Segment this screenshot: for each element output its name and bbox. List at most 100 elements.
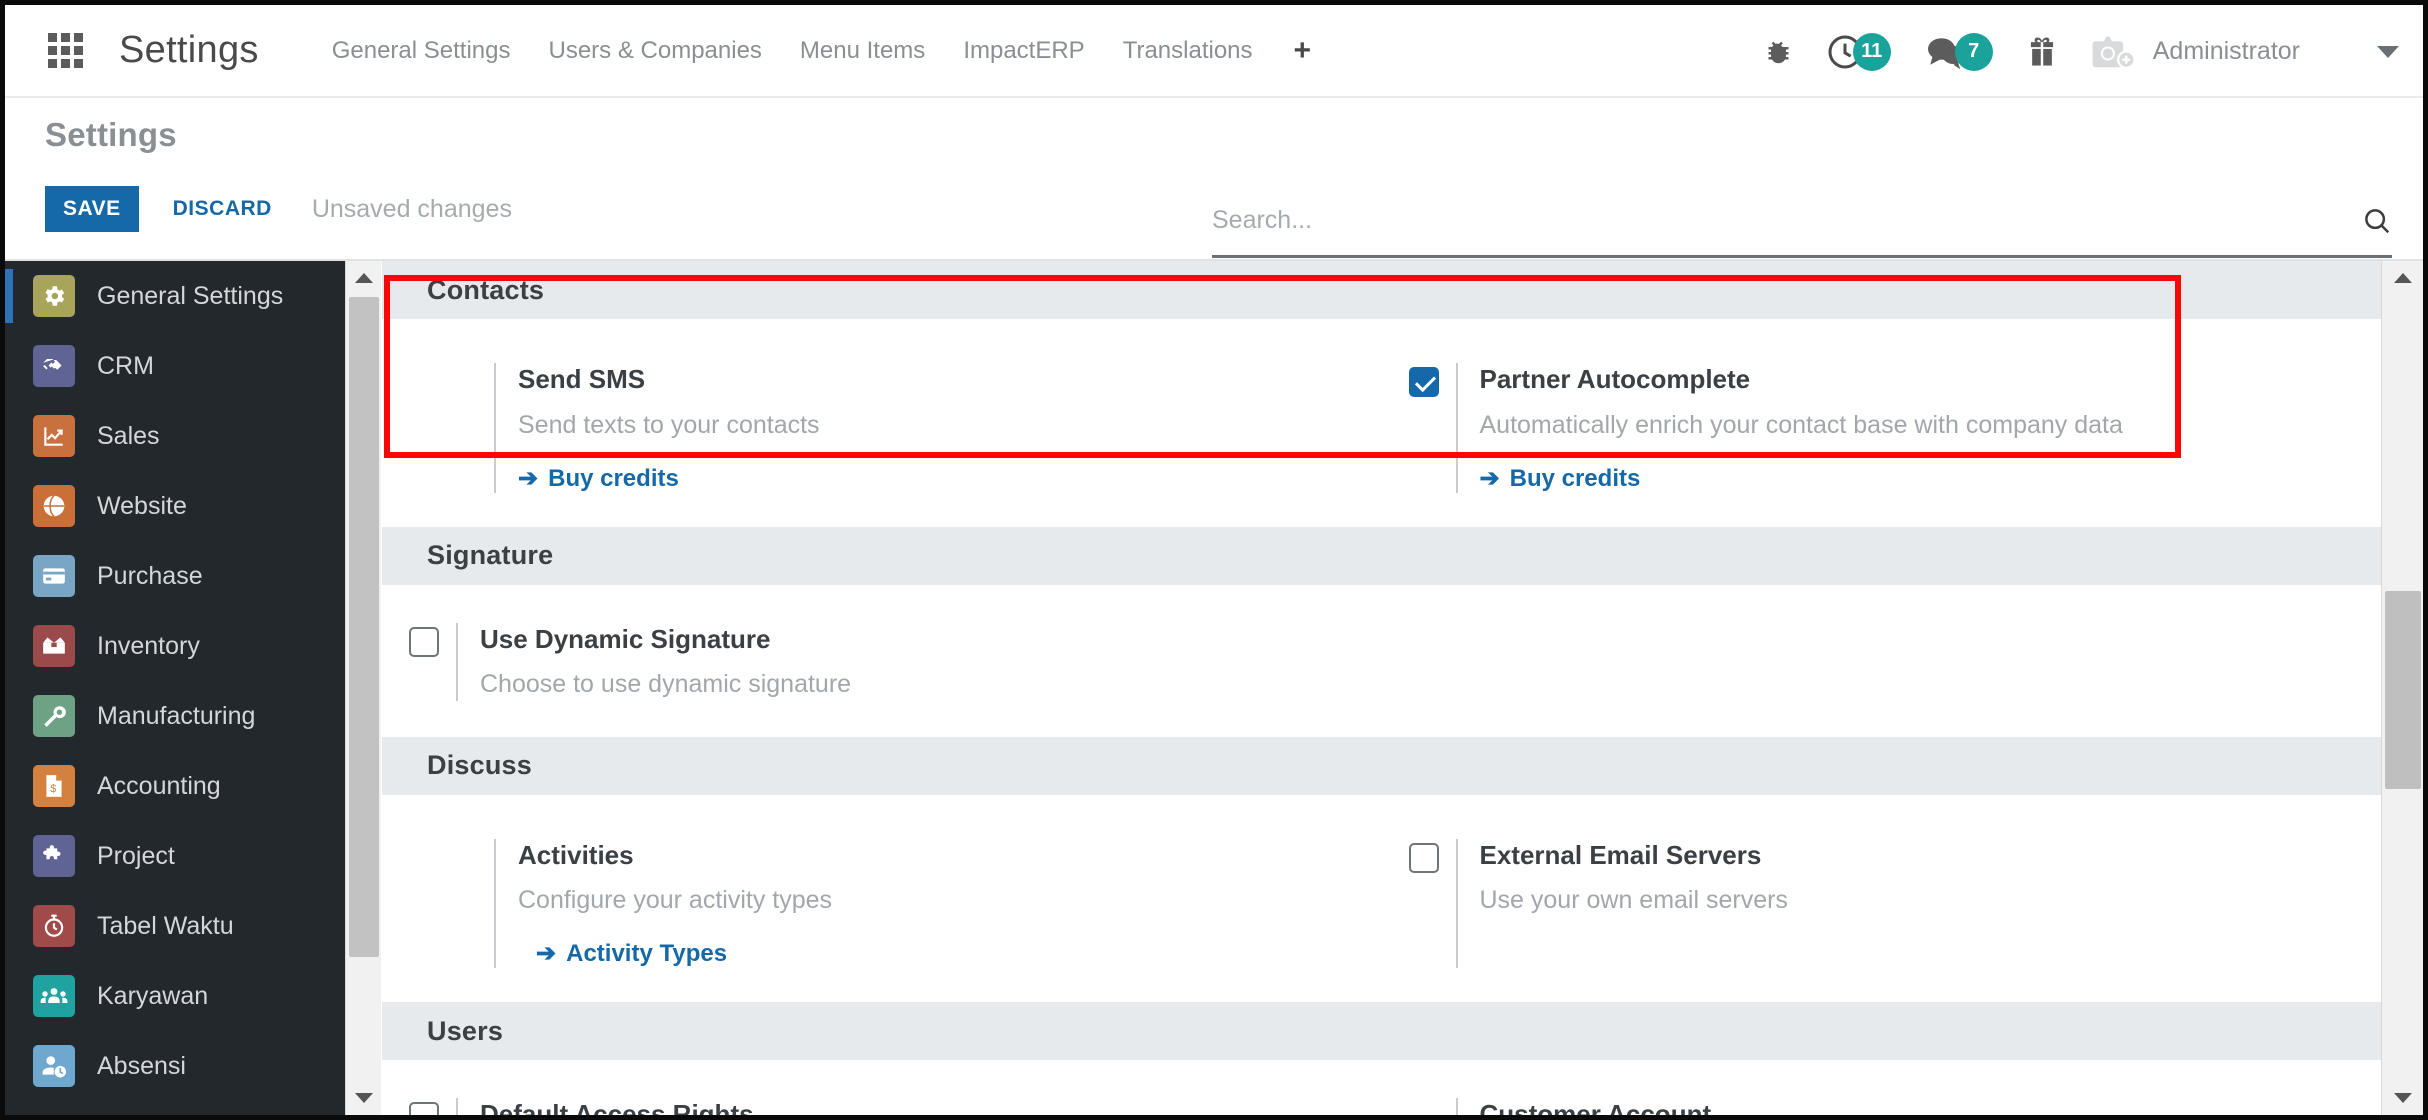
scroll-up-arrow-icon[interactable] xyxy=(2382,261,2423,295)
content-scrollbar[interactable] xyxy=(2381,261,2423,1115)
external-email-servers-checkbox[interactable] xyxy=(1408,842,1439,873)
arrow-right-icon: ➔ xyxy=(518,464,539,492)
section-header-signature: Signature xyxy=(382,526,2381,585)
scroll-down-arrow-icon[interactable] xyxy=(2382,1081,2423,1115)
sidebar-scrollbar[interactable] xyxy=(345,261,381,1115)
section-body-contacts: Send SMS Send texts to your contacts ➔ B… xyxy=(382,319,2381,527)
app-window: Settings General Settings Users & Compan… xyxy=(0,0,2428,1120)
sidebar-item-purchase[interactable]: Purchase xyxy=(5,541,345,611)
messages-count-badge: 7 xyxy=(1954,32,1993,71)
sidebar-item-label: Project xyxy=(97,841,175,870)
external-email-checkbox-cell xyxy=(1392,839,1456,969)
add-menu-button[interactable]: + xyxy=(1272,34,1334,68)
section-header-contacts: Contacts xyxy=(382,261,2381,319)
setting-default-access-rights: Default Access Rights Set custom access … xyxy=(382,1098,1382,1115)
unsaved-changes-label: Unsaved changes xyxy=(311,194,512,223)
setting-title: Use Dynamic Signature xyxy=(480,623,771,654)
sidebar-item-label: Website xyxy=(97,491,187,520)
buy-credits-link-sms[interactable]: ➔ Buy credits xyxy=(518,465,679,493)
activity-types-link[interactable]: ➔ Activity Types xyxy=(536,940,727,968)
arrow-right-icon: ➔ xyxy=(1479,464,1500,492)
chart-line-icon xyxy=(33,415,75,457)
sidebar-item-tabel-waktu[interactable]: Tabel Waktu xyxy=(5,891,345,961)
svg-text:$: $ xyxy=(50,783,56,795)
sidebar-item-label: Accounting xyxy=(97,771,221,800)
setting-partner-autocomplete: Partner Autocomplete Automatically enric… xyxy=(1382,363,2382,493)
sidebar-item-accounting[interactable]: $ Accounting xyxy=(5,751,345,821)
menu-item-general-settings[interactable]: General Settings xyxy=(313,37,530,65)
sidebar-item-general-settings[interactable]: General Settings xyxy=(5,261,345,331)
avatar[interactable]: Administrator xyxy=(2091,33,2300,71)
sidebar-item-crm[interactable]: CRM xyxy=(5,331,345,401)
customer-account-text: Customer Account Let your customers log … xyxy=(1455,1098,2382,1115)
setting-use-dynamic-signature: Use Dynamic Signature Choose to use dyna… xyxy=(382,622,1382,701)
app-title: Settings xyxy=(119,29,259,71)
search-bar[interactable] xyxy=(1212,206,2392,258)
customer-account-checkbox-spacer xyxy=(1392,1098,1456,1115)
section-header-discuss: Discuss xyxy=(382,736,2381,795)
content-scrollbar-thumb[interactable] xyxy=(2385,591,2421,789)
menu-item-translations[interactable]: Translations xyxy=(1104,37,1272,65)
sidebar-item-karyawan[interactable]: Karyawan xyxy=(5,961,345,1031)
sidebar-item-project[interactable]: Project xyxy=(5,821,345,891)
menu-item-users-companies[interactable]: Users & Companies xyxy=(530,37,781,65)
menu-item-impacterp[interactable]: ImpactERP xyxy=(944,37,1103,65)
link-label: Activity Types xyxy=(566,940,728,968)
send-sms-text: Send SMS Send texts to your contacts ➔ B… xyxy=(494,363,1382,493)
setting-title: External Email Servers xyxy=(1479,839,1762,870)
sidebar-scrollbar-thumb[interactable] xyxy=(349,297,379,957)
setting-title: Partner Autocomplete xyxy=(1479,364,1751,394)
discard-button[interactable]: DISCARD xyxy=(153,186,292,232)
activity-clock-button[interactable]: 11 xyxy=(1825,32,1891,72)
search-input[interactable] xyxy=(1212,206,2362,235)
puzzle-icon xyxy=(33,835,75,877)
section-body-signature: Use Dynamic Signature Choose to use dyna… xyxy=(382,584,2382,737)
gift-icon[interactable] xyxy=(2027,36,2057,68)
setting-description: Choose to use dynamic signature xyxy=(480,670,852,699)
partner-autocomplete-checkbox[interactable] xyxy=(1408,367,1439,397)
sidebar-item-website[interactable]: Website xyxy=(5,471,345,541)
setting-empty-slot xyxy=(1382,623,2382,701)
top-menu: General Settings Users & Companies Menu … xyxy=(313,34,1333,68)
link-label: Buy credits xyxy=(1509,464,1641,492)
sidebar-item-absensi[interactable]: Absensi xyxy=(5,1031,345,1101)
menu-item-menu-items[interactable]: Menu Items xyxy=(781,37,944,65)
section-body-users: Default Access Rights Set custom access … xyxy=(382,1060,2381,1115)
setting-description: Configure your activity types xyxy=(518,886,833,914)
setting-customer-account: Customer Account Let your customers log … xyxy=(1382,1098,2382,1115)
default-access-checkbox-cell xyxy=(392,1098,456,1115)
sidebar-item-label: Karyawan xyxy=(97,981,209,1010)
default-access-rights-checkbox[interactable] xyxy=(409,1102,439,1115)
scroll-up-arrow-icon[interactable] xyxy=(346,261,382,295)
sidebar-item-label: Manufacturing xyxy=(97,701,256,730)
stopwatch-icon xyxy=(33,905,75,947)
sidebar-item-sales[interactable]: Sales xyxy=(5,401,345,471)
sidebar-item-label: Tabel Waktu xyxy=(97,911,234,940)
sidebar-item-manufacturing[interactable]: Manufacturing xyxy=(5,681,345,751)
setting-activities: Activities Configure your activity types… xyxy=(382,838,1382,969)
sidebar-item-inventory[interactable]: Inventory xyxy=(5,611,345,681)
chevron-down-icon[interactable] xyxy=(2377,45,2399,58)
buy-credits-link-partner[interactable]: ➔ Buy credits xyxy=(1480,465,1641,493)
dynamic-signature-text: Use Dynamic Signature Choose to use dyna… xyxy=(456,622,1382,701)
messages-button[interactable]: 7 xyxy=(1925,32,1993,71)
partner-autocomplete-text: Partner Autocomplete Automatically enric… xyxy=(1455,363,2382,493)
dynamic-signature-checkbox[interactable] xyxy=(409,626,439,657)
bug-icon[interactable] xyxy=(1761,37,1791,67)
setting-title: Send SMS xyxy=(518,364,646,394)
sidebar-item-label: CRM xyxy=(97,351,154,380)
credit-card-icon xyxy=(33,555,75,597)
search-icon[interactable] xyxy=(2362,206,2392,242)
sidebar-item-label: Inventory xyxy=(97,631,200,660)
control-panel: Settings SAVE DISCARD Unsaved changes xyxy=(5,98,2423,261)
scroll-down-arrow-icon[interactable] xyxy=(346,1081,382,1115)
gear-icon xyxy=(33,275,75,317)
invoice-icon: $ xyxy=(33,765,75,807)
section-body-discuss: Activities Configure your activity types… xyxy=(382,794,2381,1003)
activities-checkbox-spacer xyxy=(430,839,494,969)
system-tray: 11 7 Administrator xyxy=(1744,5,2399,98)
breadcrumb: Settings xyxy=(45,116,177,153)
save-button[interactable]: SAVE xyxy=(45,186,139,232)
arrow-right-icon: ➔ xyxy=(536,940,557,968)
apps-grid-icon[interactable] xyxy=(45,31,85,71)
